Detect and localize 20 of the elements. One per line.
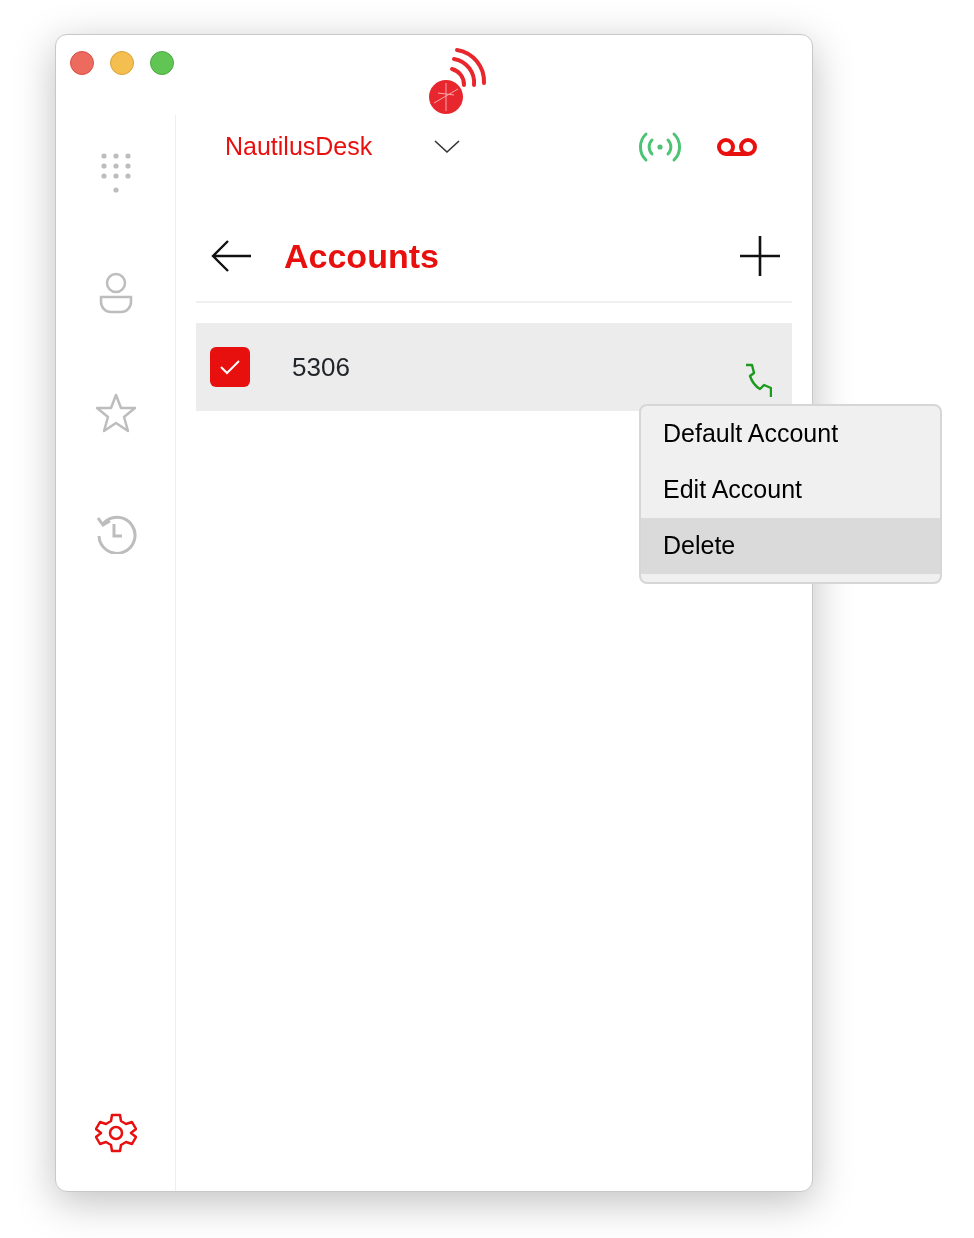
settings-nav-button[interactable] [93,1111,138,1155]
checkbox[interactable] [210,347,250,387]
voicemail-icon[interactable] [716,137,758,157]
menu-item[interactable]: Delete [641,518,940,574]
settings-icon [94,1112,137,1154]
page-title: Accounts [283,235,439,277]
minimize-button[interactable] [110,51,134,75]
dialpad-icon [99,152,132,194]
account-selector[interactable]: NautilusDesk [225,128,373,166]
back-arrow-icon[interactable] [210,239,252,273]
account-number: 5306 [292,350,350,384]
menu-item[interactable]: Edit Account [641,462,940,518]
chevron-down-icon[interactable] [434,139,461,155]
account-row[interactable]: 5306 [196,323,792,411]
person-icon [97,272,134,314]
close-button[interactable] [70,51,94,75]
check-icon [219,359,241,375]
star-icon [94,392,137,434]
zoom-button[interactable] [150,51,174,75]
add-icon[interactable] [740,236,780,276]
